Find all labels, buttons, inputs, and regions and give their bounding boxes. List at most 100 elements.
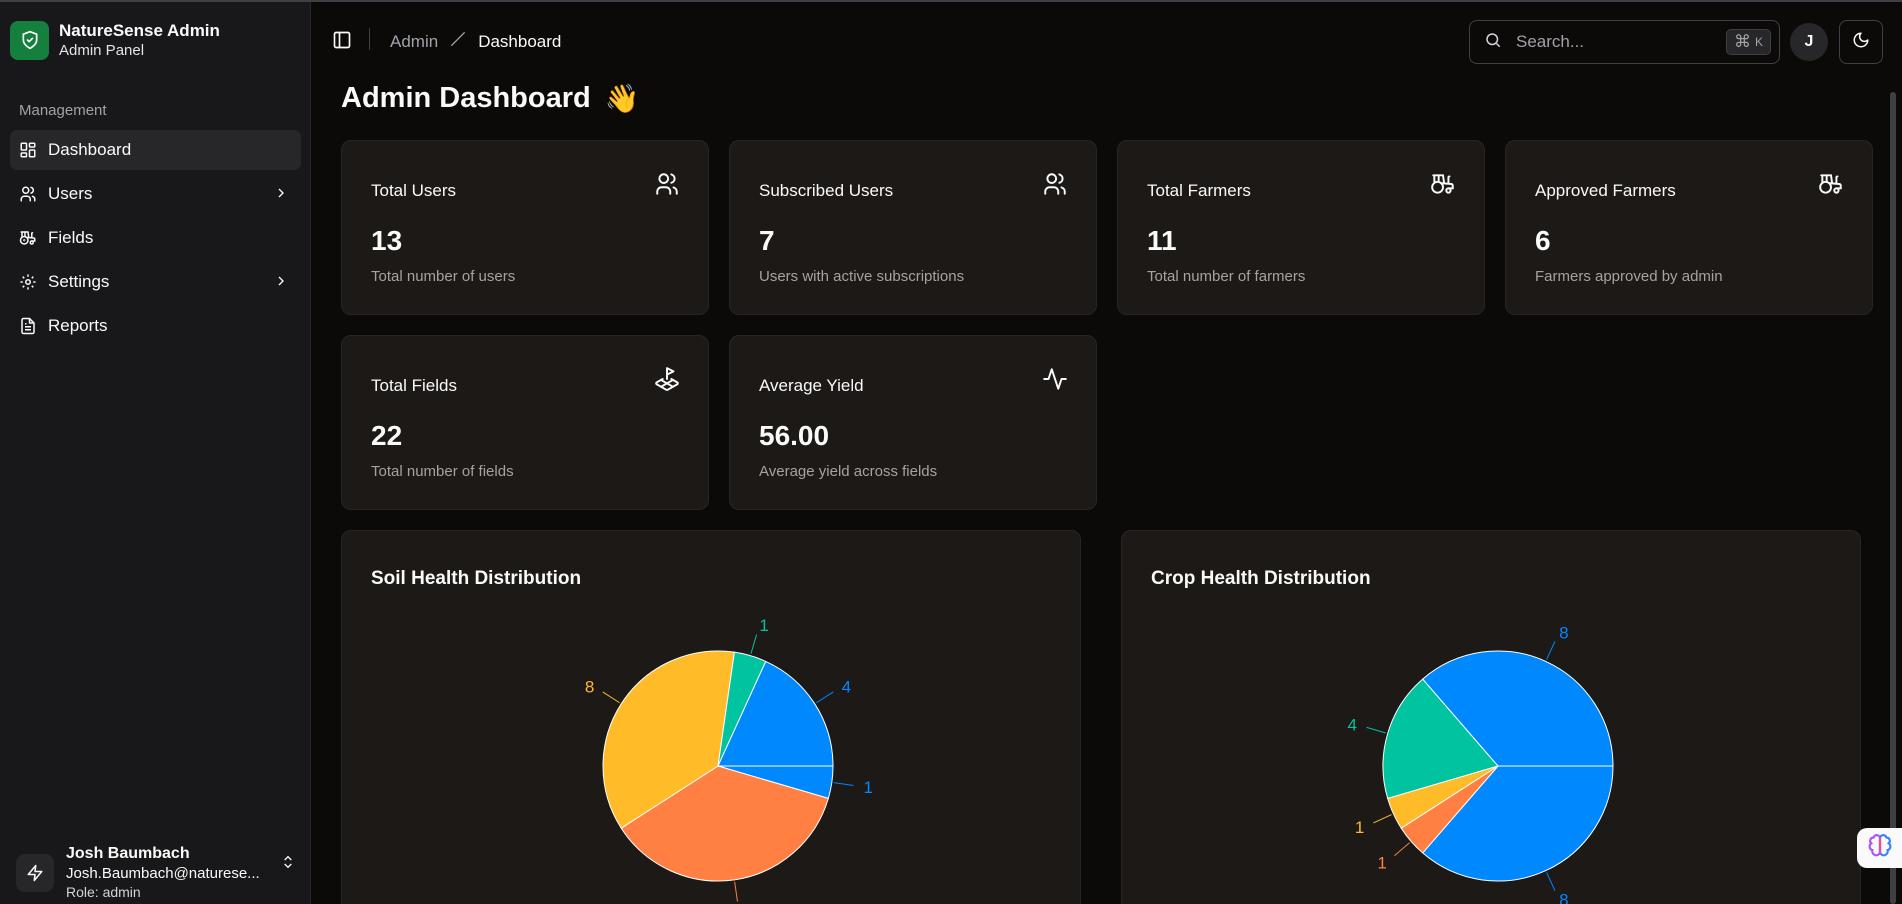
stat-value: 6	[1535, 225, 1551, 256]
activity-icon	[1042, 366, 1068, 397]
stat-description: Total number of users	[371, 268, 516, 285]
sidebar-item-dashboard[interactable]: Dashboard	[10, 130, 301, 170]
avatar[interactable]: J	[1790, 23, 1828, 61]
chevron-right-icon	[273, 273, 289, 294]
user-menu[interactable]: Josh Baumbach Josh.Baumbach@naturese... …	[16, 844, 296, 901]
sidebar-nav: Dashboard Users Fields Settings Reports	[10, 130, 301, 350]
soil-health-pie-chart: 18814	[585, 616, 873, 904]
stat-title: Approved Farmers	[1535, 181, 1676, 200]
pie-label-line	[833, 782, 854, 786]
gear-icon	[18, 272, 38, 292]
pie-data-label: 8	[1559, 891, 1568, 904]
stat-description: Average yield across fields	[759, 463, 938, 480]
pie-data-label: 1	[864, 778, 873, 797]
pie-label-line	[1546, 872, 1556, 891]
wave-emoji: 👋	[604, 83, 640, 114]
stat-card-total-farmers: Total Farmers 11 Total number of farmers	[1117, 140, 1485, 315]
pie-label-line	[1394, 842, 1410, 857]
stat-description: Total number of farmers	[1147, 268, 1306, 285]
stat-card-total-users: Total Users 13 Total number of users	[341, 140, 709, 315]
pie-data-label: 1	[1377, 853, 1386, 872]
stat-value: 56.00	[759, 420, 830, 451]
brand-subtitle: Admin Panel	[59, 42, 145, 59]
sidebar-toggle-icon[interactable]	[332, 30, 352, 55]
pie-label-line	[1366, 726, 1386, 734]
land-plot-icon	[654, 366, 680, 397]
moon-icon	[1852, 31, 1870, 54]
tractor-icon	[18, 228, 38, 248]
breadcrumb: Admin Dashboard	[390, 31, 561, 52]
pie-label-line	[750, 634, 758, 654]
header-divider	[369, 28, 370, 50]
stat-value: 13	[371, 225, 403, 256]
layout-dashboard-icon	[18, 140, 38, 160]
search-icon	[1484, 31, 1502, 54]
header: Admin Dashboard ⌘ K J	[312, 2, 1902, 80]
shortcut-key: K	[1754, 35, 1763, 49]
command-key-icon: ⌘	[1733, 32, 1751, 51]
brand[interactable]: NatureSense Admin Admin Panel	[10, 20, 220, 60]
sidebar-item-label: Fields	[48, 228, 94, 247]
chart-card-crop-health: Crop Health Distribution 81148	[1121, 530, 1861, 904]
sidebar-item-label: Users	[48, 184, 93, 203]
sidebar-item-users[interactable]: Users	[10, 174, 301, 214]
stat-description: Total number of fields	[371, 463, 514, 480]
stat-value: 7	[759, 225, 775, 256]
slash-icon	[450, 31, 466, 52]
search-input[interactable]	[1516, 32, 1706, 52]
stat-description: Farmers approved by admin	[1535, 268, 1723, 285]
pie-label-line	[602, 691, 620, 704]
file-text-icon	[18, 316, 38, 336]
tractor-icon	[1430, 171, 1456, 202]
page-title: Admin Dashboard 👋	[341, 82, 640, 115]
nav-group-label: Management	[19, 102, 107, 119]
users-icon	[18, 184, 38, 204]
stat-title: Total Users	[371, 181, 457, 200]
page-title-text: Admin Dashboard	[341, 82, 591, 114]
sidebar-item-label: Settings	[48, 272, 110, 291]
sidebar-item-label: Reports	[48, 316, 108, 335]
sidebar-item-label: Dashboard	[48, 140, 132, 159]
stat-description: Users with active subscriptions	[759, 268, 965, 285]
pie-label-line	[816, 691, 834, 704]
crop-health-pie-chart: 8 11 4 8	[1347, 623, 1614, 904]
scrollbar[interactable]	[1890, 92, 1896, 904]
search-box[interactable]: ⌘ K	[1469, 20, 1780, 64]
assistant-button[interactable]	[1857, 828, 1902, 868]
stat-title: Average Yield	[759, 376, 864, 395]
stat-card-total-fields: Total Fields 22 Total number of fields	[341, 335, 709, 510]
search-shortcut: ⌘ K	[1725, 29, 1771, 55]
pie-data-label: 4	[842, 678, 851, 697]
pie-data-label: 8	[1559, 623, 1568, 642]
user-role: Role: admin	[66, 884, 141, 900]
users-icon	[654, 171, 680, 202]
pie-label-line	[1373, 814, 1392, 824]
tractor-icon	[1818, 171, 1844, 202]
stat-title: Total Fields	[371, 376, 457, 395]
pie-data-label: 1	[1355, 818, 1364, 837]
pie-data-label: 1	[759, 616, 768, 635]
stat-title: Subscribed Users	[759, 181, 894, 200]
stat-card-subscribed-users: Subscribed Users 7 Users with active sub…	[729, 140, 1097, 315]
stat-card-approved-farmers: Approved Farmers 6 Farmers approved by a…	[1505, 140, 1873, 315]
sidebar-item-fields[interactable]: Fields	[10, 218, 301, 258]
chevrons-up-down-icon	[280, 854, 296, 875]
users-icon	[1042, 171, 1068, 202]
stat-value: 22	[371, 420, 403, 451]
stat-value: 11	[1147, 225, 1177, 256]
theme-toggle-button[interactable]	[1839, 20, 1883, 64]
brand-title: NatureSense Admin	[59, 21, 220, 40]
zap-icon	[16, 853, 54, 892]
stat-card-average-yield: Average Yield 56.00 Average yield across…	[729, 335, 1097, 510]
stat-title: Total Farmers	[1147, 181, 1251, 200]
user-email: Josh.Baumbach@naturese...	[66, 865, 260, 882]
breadcrumb-dashboard: Dashboard	[478, 31, 562, 51]
sidebar-item-settings[interactable]: Settings	[10, 262, 301, 302]
sidebar-item-reports[interactable]: Reports	[10, 306, 301, 346]
brain-icon	[1867, 833, 1893, 864]
breadcrumb-admin[interactable]: Admin	[390, 32, 438, 52]
pie-data-label: 4	[1347, 716, 1356, 735]
shield-logo-icon	[10, 20, 49, 60]
user-name: Josh Baumbach	[66, 845, 190, 862]
pie-label-line	[734, 881, 738, 902]
